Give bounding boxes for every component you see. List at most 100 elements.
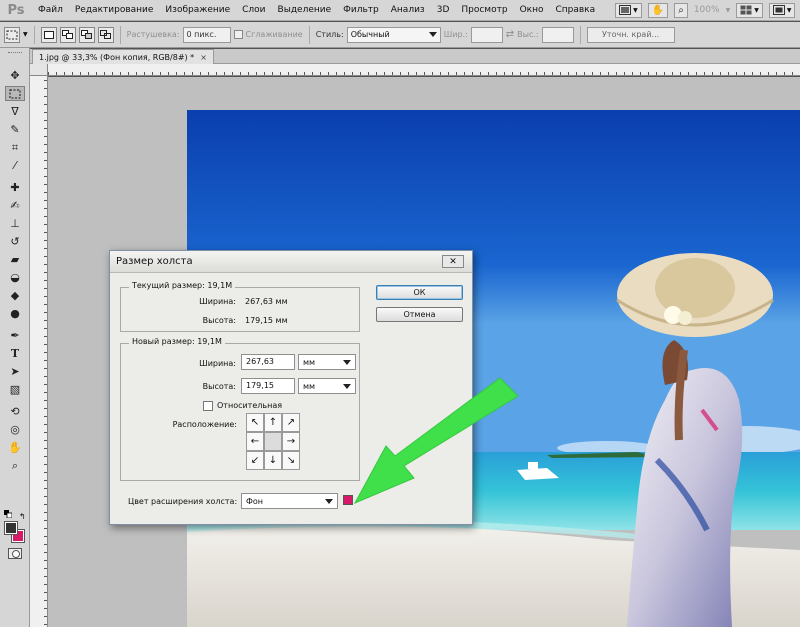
brush-tool[interactable]: ✍	[5, 198, 25, 213]
default-colors-icon[interactable]	[4, 510, 12, 518]
lasso-icon: ᐁ	[11, 105, 19, 118]
anchor-center[interactable]	[264, 432, 282, 451]
rectangular-marquee-tool[interactable]	[5, 86, 25, 101]
launch-bridge-button[interactable]: ▼	[615, 2, 642, 18]
close-tab-icon[interactable]: ×	[200, 53, 207, 62]
eyedropper-icon: ⁄	[14, 159, 16, 172]
feather-input[interactable]: 0 пикс.	[182, 26, 231, 43]
photoshop-logo: Ps	[7, 2, 25, 18]
screen-icon	[772, 5, 785, 15]
antialias-label: Сглаживание	[245, 30, 303, 39]
new-width-input[interactable]: 267,63	[241, 354, 295, 370]
anchor-top-left[interactable]: ↖	[246, 413, 264, 432]
dialog-close-button[interactable]: ✕	[442, 255, 464, 268]
hand-tool[interactable]: ✋	[5, 440, 25, 455]
shape-tool[interactable]: ▧	[5, 382, 25, 397]
width-input[interactable]	[470, 26, 503, 43]
pen-tool[interactable]: ✒	[5, 328, 25, 343]
ruler-horizontal[interactable]	[48, 64, 800, 76]
quick-mask-icon[interactable]	[8, 548, 22, 559]
extension-color-label: Цвет расширения холста:	[128, 497, 238, 506]
move-tool[interactable]: ✥	[5, 68, 25, 83]
anchor-bottom-left[interactable]: ↙	[246, 451, 264, 470]
anchor-top-right[interactable]: ↗	[282, 413, 300, 432]
new-height-input[interactable]: 179,15	[241, 378, 295, 394]
tool-preset-picker[interactable]	[4, 26, 20, 43]
blur-tool[interactable]: ◆	[5, 288, 25, 303]
zoom-tool[interactable]: ⌕	[5, 458, 25, 473]
menu-layers[interactable]: Слои	[236, 0, 271, 21]
3d-orbit-tool[interactable]: ◎	[5, 422, 25, 437]
anchor-middle-right[interactable]: →	[282, 432, 300, 451]
paint-bucket-tool[interactable]: ◒	[5, 270, 25, 285]
anchor-bottom-center[interactable]: ↓	[264, 451, 282, 470]
anchor-bottom-right[interactable]: ↘	[282, 451, 300, 470]
zoom-mini-button[interactable]: ⌕	[674, 2, 688, 18]
swap-colors-icon[interactable]: ↰	[19, 512, 26, 521]
screen-mode-button[interactable]: ▼	[768, 2, 796, 18]
clone-stamp-tool[interactable]: ⊥	[5, 216, 25, 231]
zoom-level[interactable]: 100%	[694, 5, 720, 15]
menu-select[interactable]: Выделение	[272, 0, 338, 21]
panel-grip[interactable]	[8, 52, 22, 55]
type-tool[interactable]: T	[5, 346, 25, 361]
intersect-selection-button[interactable]	[97, 26, 114, 43]
brush-icon: ✍	[10, 199, 20, 212]
ruler-origin[interactable]	[30, 64, 48, 76]
arrange-documents-button[interactable]: ▼	[736, 2, 763, 18]
ok-button[interactable]: ОК	[376, 285, 463, 300]
antialias-checkbox[interactable]	[233, 30, 243, 39]
new-width-label: Ширина:	[199, 359, 236, 368]
separator	[308, 25, 310, 44]
anchor-middle-left[interactable]: ←	[246, 432, 264, 451]
path-selection-tool[interactable]: ➤	[5, 364, 25, 379]
eraser-tool[interactable]: ▰	[5, 252, 25, 267]
quick-selection-tool[interactable]: ✎	[5, 122, 25, 137]
relative-checkbox[interactable]	[203, 401, 213, 411]
dodge-tool[interactable]: ●	[5, 306, 25, 321]
hand-mini-button[interactable]: ✋	[647, 2, 669, 18]
new-size-legend: Новый размер: 19,1M	[129, 337, 225, 346]
cancel-button[interactable]: Отмена	[376, 307, 463, 322]
extension-color-swatch[interactable]	[343, 495, 353, 505]
healing-brush-tool[interactable]: ✚	[5, 180, 25, 195]
swap-icon[interactable]: ⇄	[506, 29, 514, 40]
history-brush-tool[interactable]: ↺	[5, 234, 25, 249]
new-size-value: 19,1M	[197, 337, 222, 346]
style-select[interactable]: Обычный	[346, 26, 441, 43]
feather-label: Растушевка:	[126, 30, 180, 39]
new-height-unit-select[interactable]: мм	[298, 378, 356, 394]
intersect-selection-icon	[100, 30, 112, 39]
menu-filter[interactable]: Фильтр	[337, 0, 385, 21]
extension-color-select[interactable]: Фон	[241, 493, 338, 509]
3d-rotate-tool[interactable]: ⟲	[5, 404, 25, 419]
style-label: Стиль:	[315, 30, 344, 39]
height-input[interactable]	[541, 26, 574, 43]
new-selection-button[interactable]	[40, 26, 57, 43]
menu-3d[interactable]: 3D	[431, 0, 456, 21]
subtract-selection-button[interactable]	[78, 26, 95, 43]
crop-tool[interactable]: ⌗	[5, 140, 25, 155]
menu-edit[interactable]: Редактирование	[69, 0, 160, 21]
anchor-grid: ↖ ↑ ↗ ← → ↙ ↓ ↘	[246, 413, 300, 470]
add-selection-button[interactable]	[59, 26, 76, 43]
arrow-down-left-icon: ↙	[250, 454, 260, 466]
menu-image[interactable]: Изображение	[159, 0, 236, 21]
foreground-color-swatch[interactable]	[4, 521, 18, 535]
chevron-down-icon: ▼	[633, 6, 638, 14]
menu-file[interactable]: Файл	[32, 0, 69, 21]
document-tab[interactable]: 1.jpg @ 33,3% (Фон копия, RGB/8#) * ×	[32, 49, 214, 64]
ruler-vertical[interactable]	[30, 64, 48, 627]
new-width-unit-select[interactable]: мм	[298, 354, 356, 370]
separator	[119, 25, 121, 44]
dialog-title-bar[interactable]: Размер холста ✕	[110, 251, 472, 273]
lasso-tool[interactable]: ᐁ	[5, 104, 25, 119]
menu-window[interactable]: Окно	[514, 0, 550, 21]
menu-view[interactable]: Просмотр	[455, 0, 513, 21]
refine-edge-button[interactable]: Уточн. край...	[586, 26, 675, 43]
eyedropper-tool[interactable]: ⁄	[5, 158, 25, 173]
menu-analysis[interactable]: Анализ	[385, 0, 431, 21]
crop-icon: ⌗	[11, 140, 19, 154]
menu-help[interactable]: Справка	[549, 0, 601, 21]
anchor-top-center[interactable]: ↑	[264, 413, 282, 432]
